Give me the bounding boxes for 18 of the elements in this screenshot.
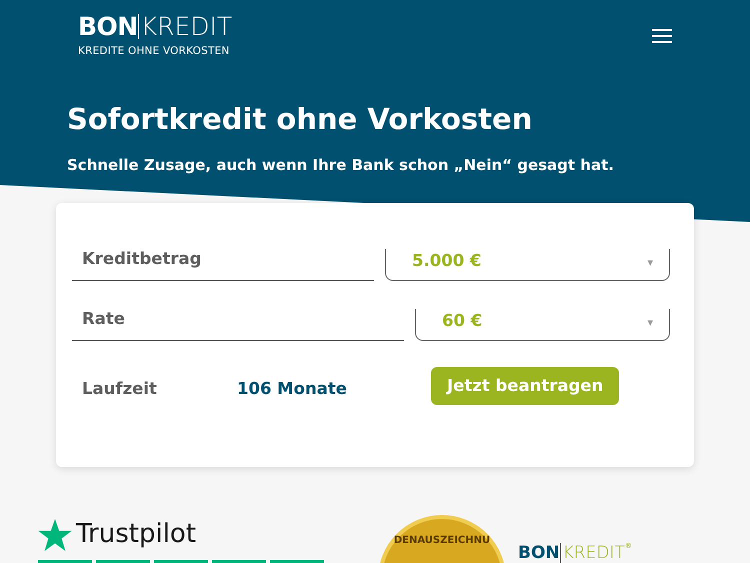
award-seal: DENAUSZEICHNU [378,515,506,563]
brand-logo-text: BON [518,543,560,563]
trustpilot-logo-text: Trustpilot [76,518,196,551]
field-label: Rate [72,306,404,340]
amount-select[interactable]: 60 € ▾ [415,308,670,340]
term-label: Laufzeit [82,378,158,400]
apply-button[interactable]: Jetzt beantragen [431,366,620,406]
star-icon [38,518,72,550]
logo-text: BON [78,14,138,39]
logo-tagline: KREDITE OHNE VORKOSTEN [78,44,230,59]
menu-icon[interactable] [652,28,672,44]
term-value: 106 Monate [237,378,348,400]
field-label: Kreditbetrag [72,247,374,281]
brand-logo-text: KREDIT [560,543,625,563]
amount-select[interactable]: 5.000 € ▾ [385,249,670,281]
logo-text: KREDIT [138,14,232,39]
page-title: Sofortkredit ohne Vorkosten [67,101,534,138]
page-subtitle: Schnelle Zusage, auch wenn Ihre Bank schon „Nein“ gesagt hat. [67,154,615,176]
